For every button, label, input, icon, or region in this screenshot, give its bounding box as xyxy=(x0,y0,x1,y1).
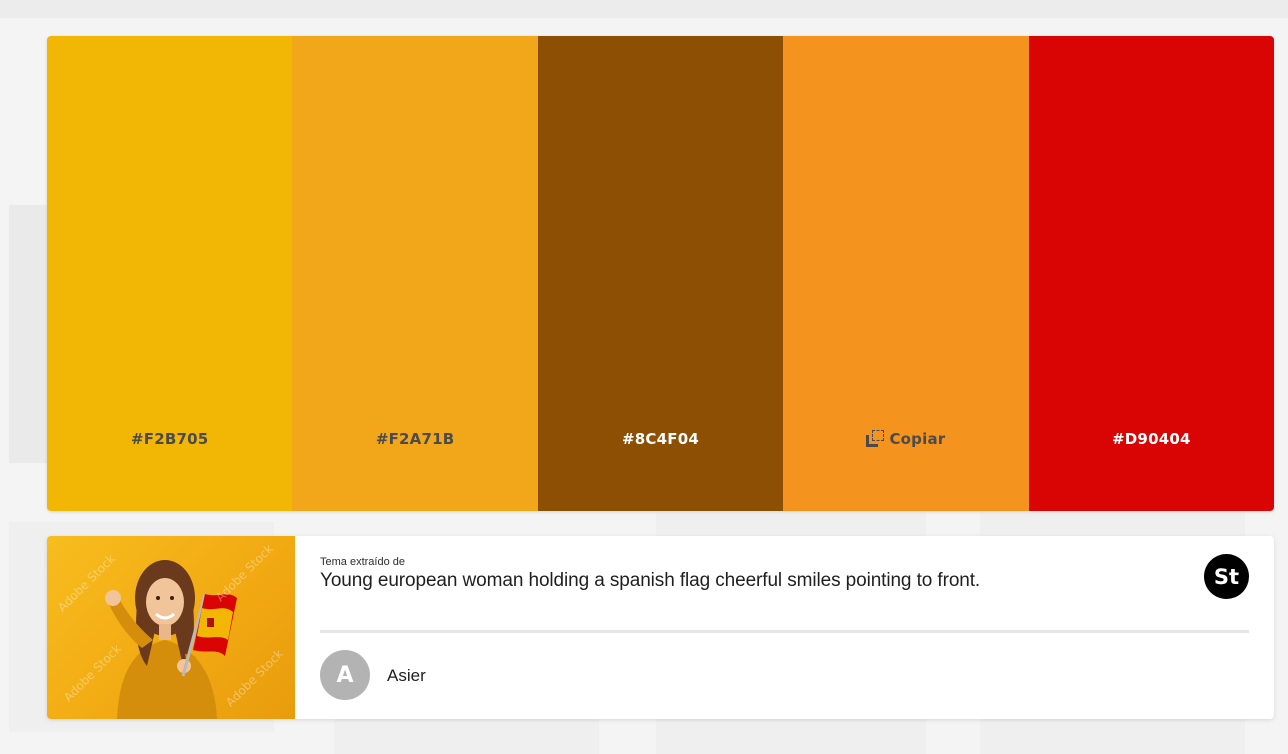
swatch-3[interactable]: #8C4F04 xyxy=(537,36,784,511)
color-palette: #F2B705 #F2A71B #8C4F04 Copiar #D90404 xyxy=(47,36,1274,511)
extracted-from-label: Tema extraído de xyxy=(320,556,405,568)
copy-icon xyxy=(866,430,886,448)
swatch-5[interactable]: #D90404 xyxy=(1028,36,1274,511)
divider xyxy=(320,630,1249,633)
copy-button[interactable]: Copiar xyxy=(866,430,945,448)
stock-photo-thumbnail[interactable]: Adobe Stock Adobe Stock Adobe Stock Adob… xyxy=(47,536,295,719)
swatch-2[interactable]: #F2A71B xyxy=(292,36,538,511)
top-bar xyxy=(0,0,1288,18)
swatch-hex-label: #8C4F04 xyxy=(622,430,699,448)
swatch-hex-label: #D90404 xyxy=(1112,430,1191,448)
photo-title[interactable]: Young european woman holding a spanish f… xyxy=(320,570,980,592)
author-name[interactable]: Asier xyxy=(387,666,426,686)
stock-logo-text: St xyxy=(1213,564,1240,589)
swatch-1[interactable]: #F2B705 xyxy=(47,36,293,511)
swatch-hex-label: #F2A71B xyxy=(375,430,455,448)
swatch-4[interactable]: Copiar xyxy=(783,36,1029,511)
source-card: Adobe Stock Adobe Stock Adobe Stock Adob… xyxy=(47,536,1274,719)
author-avatar[interactable]: A xyxy=(320,650,370,700)
swatch-hex-label: #F2B705 xyxy=(131,430,209,448)
source-info: Tema extraído de Young european woman ho… xyxy=(320,536,1274,719)
adobe-stock-logo[interactable]: St xyxy=(1204,554,1249,599)
copy-label: Copiar xyxy=(889,430,946,448)
spain-flag-icon xyxy=(193,594,237,656)
background-tile xyxy=(334,718,599,754)
avatar-initial: A xyxy=(336,662,354,688)
background-tile xyxy=(9,205,49,463)
